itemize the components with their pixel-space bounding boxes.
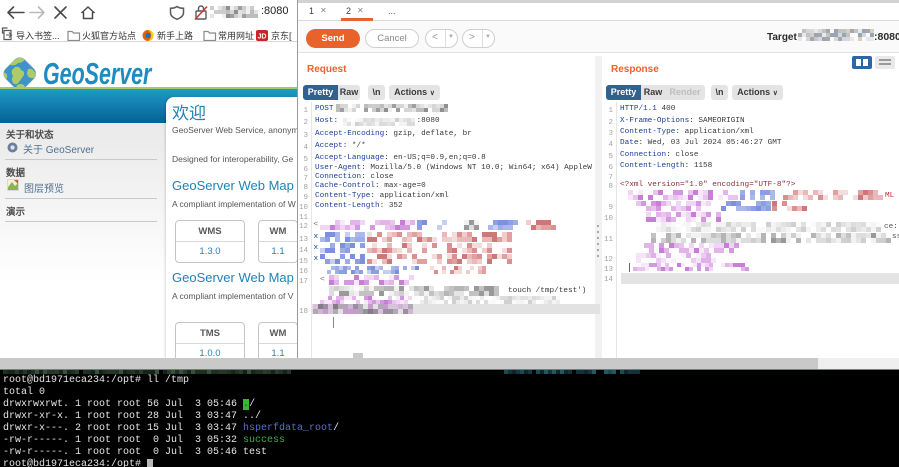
svg-text:JD: JD (258, 34, 267, 41)
